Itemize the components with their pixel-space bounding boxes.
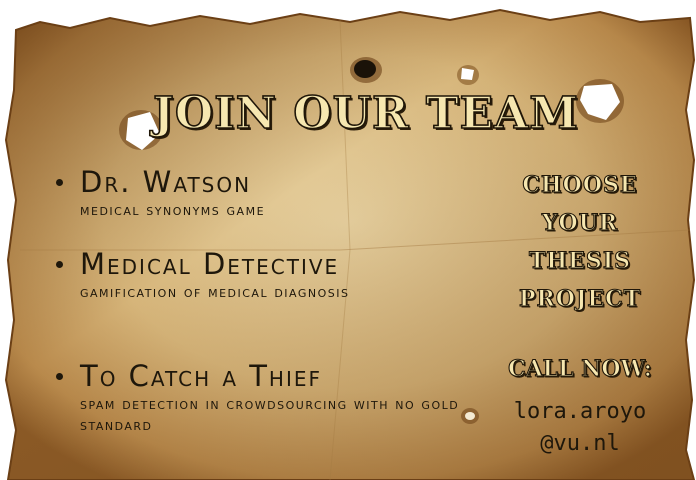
contact-line: lora.aroyo [513,399,647,424]
choose-line: CHOOSE [522,171,638,198]
project-item-dr-watson: Dr. Watson MEDICAL SYNONYMS GAME [56,164,476,221]
poster-headline: JOIN OUR TEAM [152,87,579,140]
contact-line: @vu.nl [540,431,620,456]
project-description: GAMIFICATION OF MEDICAL DIAGNOSIS [80,283,350,301]
project-title: Dr. Watson [56,164,476,200]
project-title-text: Medical Detective [80,247,340,281]
bullet-dot-icon [56,179,63,186]
project-title-text: Dr. Watson [80,165,252,199]
project-title: To Catch a Thief [56,358,476,394]
burn-hole-top-small [457,65,479,85]
choose-line: PROJECT [518,285,642,312]
project-title-text: To Catch a Thief [80,359,323,393]
bullet-dot-icon [56,261,63,268]
project-description: MEDICAL SYNONYMS GAME [80,201,266,219]
bullet-dot-icon [56,373,63,380]
recruitment-poster: JOIN OUR TEAM Dr. Watson MEDICAL SYNONYM… [0,0,696,480]
choose-line: YOUR [541,209,619,236]
choose-line: THESIS [528,247,631,274]
burn-hole-top-center [350,57,382,83]
choose-thesis-heading: CHOOSE YOUR THESIS PROJECT [480,166,680,318]
contact-email: lora.aroyo @vu.nl [470,396,690,460]
project-item-medical-detective: Medical Detective GAMIFICATION OF MEDICA… [56,246,476,303]
project-title: Medical Detective [56,246,476,282]
call-now-heading: CALL NOW: [508,355,653,382]
project-description: SPAM DETECTION IN CROWDSOURCING WITH NO … [80,395,460,434]
project-item-to-catch-a-thief: To Catch a Thief SPAM DETECTION IN CROWD… [56,358,476,436]
